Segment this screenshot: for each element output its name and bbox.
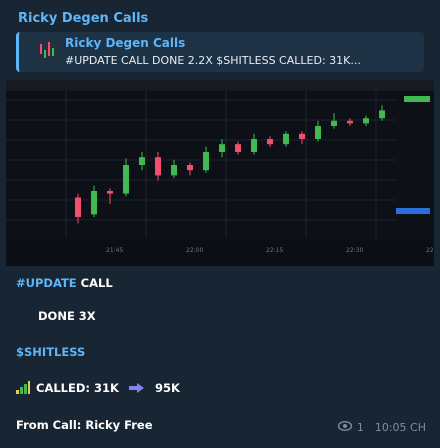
candle-body bbox=[235, 144, 241, 152]
hashtag-update[interactable]: #UPDATE bbox=[16, 276, 77, 290]
x-tick-label: 21:45 bbox=[106, 247, 123, 254]
target-value: 95K bbox=[154, 381, 180, 395]
x-tick-label: 22:45 bbox=[426, 247, 434, 254]
candle-body bbox=[219, 144, 225, 152]
candle-body bbox=[107, 191, 113, 194]
x-tick-label: 22:30 bbox=[346, 247, 363, 254]
candle-body bbox=[347, 120, 353, 124]
message-time: 10:05 CH bbox=[374, 421, 426, 434]
reply-preview[interactable]: Ricky Degen Calls #UPDATE CALL DONE 2.2X… bbox=[16, 32, 424, 72]
candle-body bbox=[203, 152, 209, 171]
candle-body bbox=[91, 191, 97, 215]
view-count: 1 bbox=[356, 421, 364, 434]
x-tick-label: 22:15 bbox=[266, 247, 283, 254]
candle-body bbox=[267, 139, 273, 145]
candle-body bbox=[187, 165, 193, 171]
candle-body bbox=[171, 165, 177, 176]
candle-body bbox=[315, 126, 321, 139]
signal-bars-icon bbox=[16, 381, 30, 397]
footer-from-call: From Call: Ricky Free bbox=[16, 418, 153, 432]
x-tick-label: 22:00 bbox=[186, 247, 203, 254]
called-value: CALLED: 31K bbox=[36, 381, 119, 395]
candle-body bbox=[155, 157, 161, 176]
candle-body bbox=[123, 165, 129, 194]
candle-body bbox=[363, 118, 369, 124]
reply-thumbnail bbox=[37, 38, 59, 66]
called-line: CALLED: 31K 95K bbox=[16, 381, 180, 397]
candle-body bbox=[139, 157, 145, 165]
candle-body bbox=[379, 110, 385, 119]
ticker-tag[interactable]: $SHITLESS bbox=[16, 345, 85, 359]
message-meta: 1 10:05 CH bbox=[337, 420, 426, 434]
eye-icon bbox=[337, 420, 353, 434]
candle-body bbox=[299, 133, 305, 139]
arrow-right-icon bbox=[128, 382, 146, 397]
reply-sender-name: Ricky Degen Calls bbox=[65, 36, 186, 50]
done-line: DONE 3X bbox=[38, 309, 96, 323]
reply-text: #UPDATE CALL DONE 2.2X $SHITLESS CALLED:… bbox=[65, 54, 361, 67]
sender-name[interactable]: Ricky Degen Calls bbox=[18, 11, 148, 26]
call-label: CALL bbox=[76, 276, 113, 290]
candle-body bbox=[251, 139, 257, 152]
candle-body bbox=[331, 120, 337, 126]
chart-screenshot[interactable]: 21:45 22:00 22:15 22:30 22:45 bbox=[6, 80, 434, 266]
message-bubble: Ricky Degen Calls Ricky Degen Calls #UPD… bbox=[0, 0, 440, 448]
candle-body bbox=[75, 197, 81, 217]
candle-body bbox=[283, 133, 289, 145]
